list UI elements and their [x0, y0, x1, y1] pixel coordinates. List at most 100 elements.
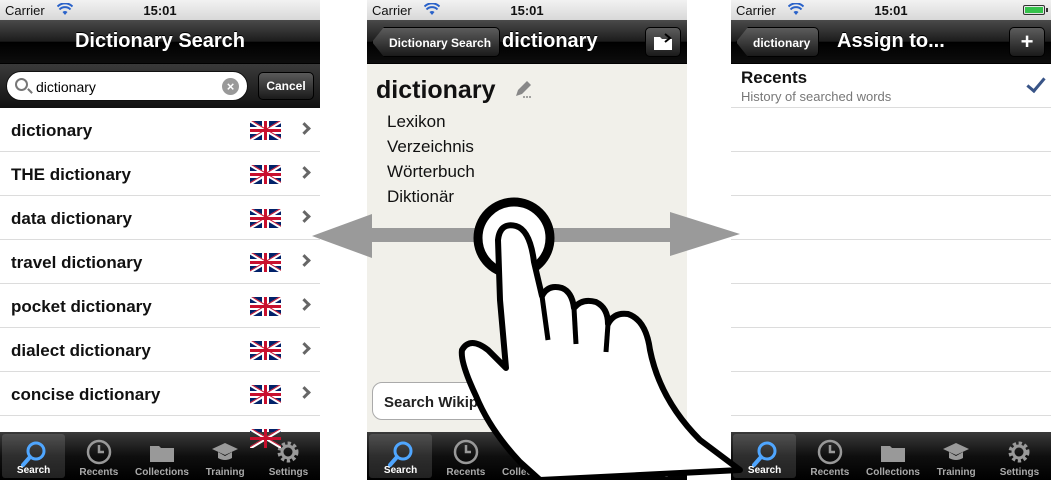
assign-button[interactable]	[645, 27, 681, 57]
tab-recents[interactable]: Recents	[67, 432, 130, 480]
clock-icon	[817, 439, 843, 465]
translation-item: Verzeichnis	[387, 137, 474, 156]
gear-icon	[277, 441, 299, 463]
list-item	[731, 328, 1051, 372]
cancel-button[interactable]: Cancel	[258, 72, 314, 100]
list-item[interactable]: travel dictionary	[0, 240, 320, 284]
list-item	[731, 108, 1051, 152]
list-item-label: concise dictionary	[11, 385, 161, 404]
tab-label: Collections	[502, 467, 556, 478]
tab-label: Recents	[446, 467, 486, 478]
folder-icon	[517, 446, 541, 462]
list-item-label: dictionary	[11, 121, 93, 140]
chevron-right-icon	[298, 386, 311, 399]
tab-label: Search	[383, 465, 418, 476]
tab-label: Settings	[268, 467, 309, 478]
search-icon	[387, 441, 413, 467]
tab-search[interactable]: Search	[369, 434, 433, 478]
phone-assign-screen: Carrier 15:01 dictionary Assign to... + …	[731, 0, 1051, 480]
checkmark-icon	[1026, 72, 1046, 94]
tab-label: Settings	[635, 467, 676, 478]
search-input-value: dictionary	[36, 79, 96, 95]
search-icon	[15, 78, 28, 91]
clear-icon[interactable]: ×	[222, 78, 239, 95]
tab-collections[interactable]: Collections	[130, 432, 193, 480]
status-bar: Carrier 15:01	[731, 0, 1051, 20]
translation-item: Wörterbuch	[387, 162, 475, 181]
search-icon	[751, 441, 777, 467]
tab-collections[interactable]: Collections	[497, 432, 560, 480]
list-item[interactable]: pocket dictionary	[0, 284, 320, 328]
tab-recents[interactable]: Recents	[434, 432, 497, 480]
tab-collections[interactable]: Collections	[861, 432, 924, 480]
tab-settings[interactable]: Settings	[988, 432, 1051, 480]
uk-flag-icon	[250, 341, 281, 360]
list-item-label: dialect dictionary	[11, 341, 151, 360]
chevron-right-icon	[298, 254, 311, 267]
chevron-right-icon	[298, 298, 311, 311]
entry-detail: dictionary Lexikon Verzeichnis Wörterbuc…	[367, 64, 687, 432]
folder-icon	[150, 446, 174, 462]
tab-label: Training	[936, 467, 976, 478]
chevron-right-icon	[298, 342, 311, 355]
phone-detail-screen: Carrier 15:01 Dictionary Search dictiona…	[367, 0, 687, 480]
list-item-label: pocket dictionary	[11, 297, 152, 316]
tab-label: Recents	[810, 467, 850, 478]
list-item[interactable]: Recents History of searched words	[731, 64, 1051, 108]
search-bar: dictionary × Cancel	[0, 64, 320, 108]
translation-item: Lexikon	[387, 112, 446, 131]
tab-training[interactable]: Training	[194, 432, 257, 480]
translation-item: Diktionär	[387, 187, 455, 206]
tab-settings[interactable]: Settings	[624, 432, 687, 480]
list-item[interactable]: dialect dictionary	[0, 328, 320, 372]
add-button[interactable]: +	[1009, 27, 1045, 57]
tab-search[interactable]: Search	[2, 434, 66, 478]
uk-flag-icon	[250, 209, 281, 228]
uk-flag-icon	[250, 429, 281, 448]
list-item	[731, 196, 1051, 240]
tab-recents[interactable]: Recents	[798, 432, 861, 480]
back-button[interactable]: dictionary	[736, 27, 820, 57]
clock-icon	[86, 439, 112, 465]
search-input[interactable]: dictionary ×	[6, 71, 248, 101]
pencil-icon[interactable]	[513, 79, 533, 99]
tab-bar: Search Recents Collections Training Sett…	[367, 432, 687, 480]
list-item-label: data dictionary	[11, 209, 132, 228]
tab-label: Search	[747, 465, 782, 476]
list-item[interactable]: dictionary	[0, 108, 320, 152]
back-button[interactable]: Dictionary Search	[372, 27, 501, 57]
search-icon	[20, 441, 46, 467]
chevron-right-icon	[298, 122, 311, 135]
list-item[interactable]: concise dictionary	[0, 372, 320, 416]
list-item-label: travel dictionary	[11, 253, 143, 272]
nav-bar: Dictionary Search dictionary	[367, 20, 687, 64]
uk-flag-icon	[250, 253, 281, 272]
nav-title: dictionary	[502, 30, 598, 52]
uk-flag-icon	[250, 385, 281, 404]
tab-bar: Search Recents Collections Training Sett…	[731, 432, 1051, 480]
list-item	[731, 240, 1051, 284]
collection-list: Recents History of searched words	[731, 64, 1051, 460]
list-item[interactable]: data dictionary	[0, 196, 320, 240]
graduation-cap-icon	[212, 443, 239, 460]
tab-label: Training	[572, 467, 612, 478]
results-list: dictionary THE dictionary data dictionar…	[0, 108, 320, 460]
graduation-cap-icon	[579, 443, 606, 460]
list-item	[731, 152, 1051, 196]
uk-flag-icon	[250, 121, 281, 140]
nav-title: Assign to...	[837, 30, 945, 52]
tab-label: Recents	[79, 467, 119, 478]
headword: dictionary	[376, 76, 496, 104]
clock-icon	[453, 439, 479, 465]
folder-add-icon	[654, 33, 672, 50]
list-item	[731, 284, 1051, 328]
nav-bar: Dictionary Search	[0, 20, 320, 64]
tab-training[interactable]: Training	[561, 432, 624, 480]
tab-label: Collections	[135, 467, 189, 478]
tab-training[interactable]: Training	[925, 432, 988, 480]
list-item[interactable]: THE dictionary	[0, 152, 320, 196]
search-wikipedia-button[interactable]: Search Wikipedia	[372, 382, 532, 420]
clock: 15:01	[874, 3, 908, 18]
tab-search[interactable]: Search	[733, 434, 797, 478]
collection-subtitle: History of searched words	[741, 89, 892, 104]
